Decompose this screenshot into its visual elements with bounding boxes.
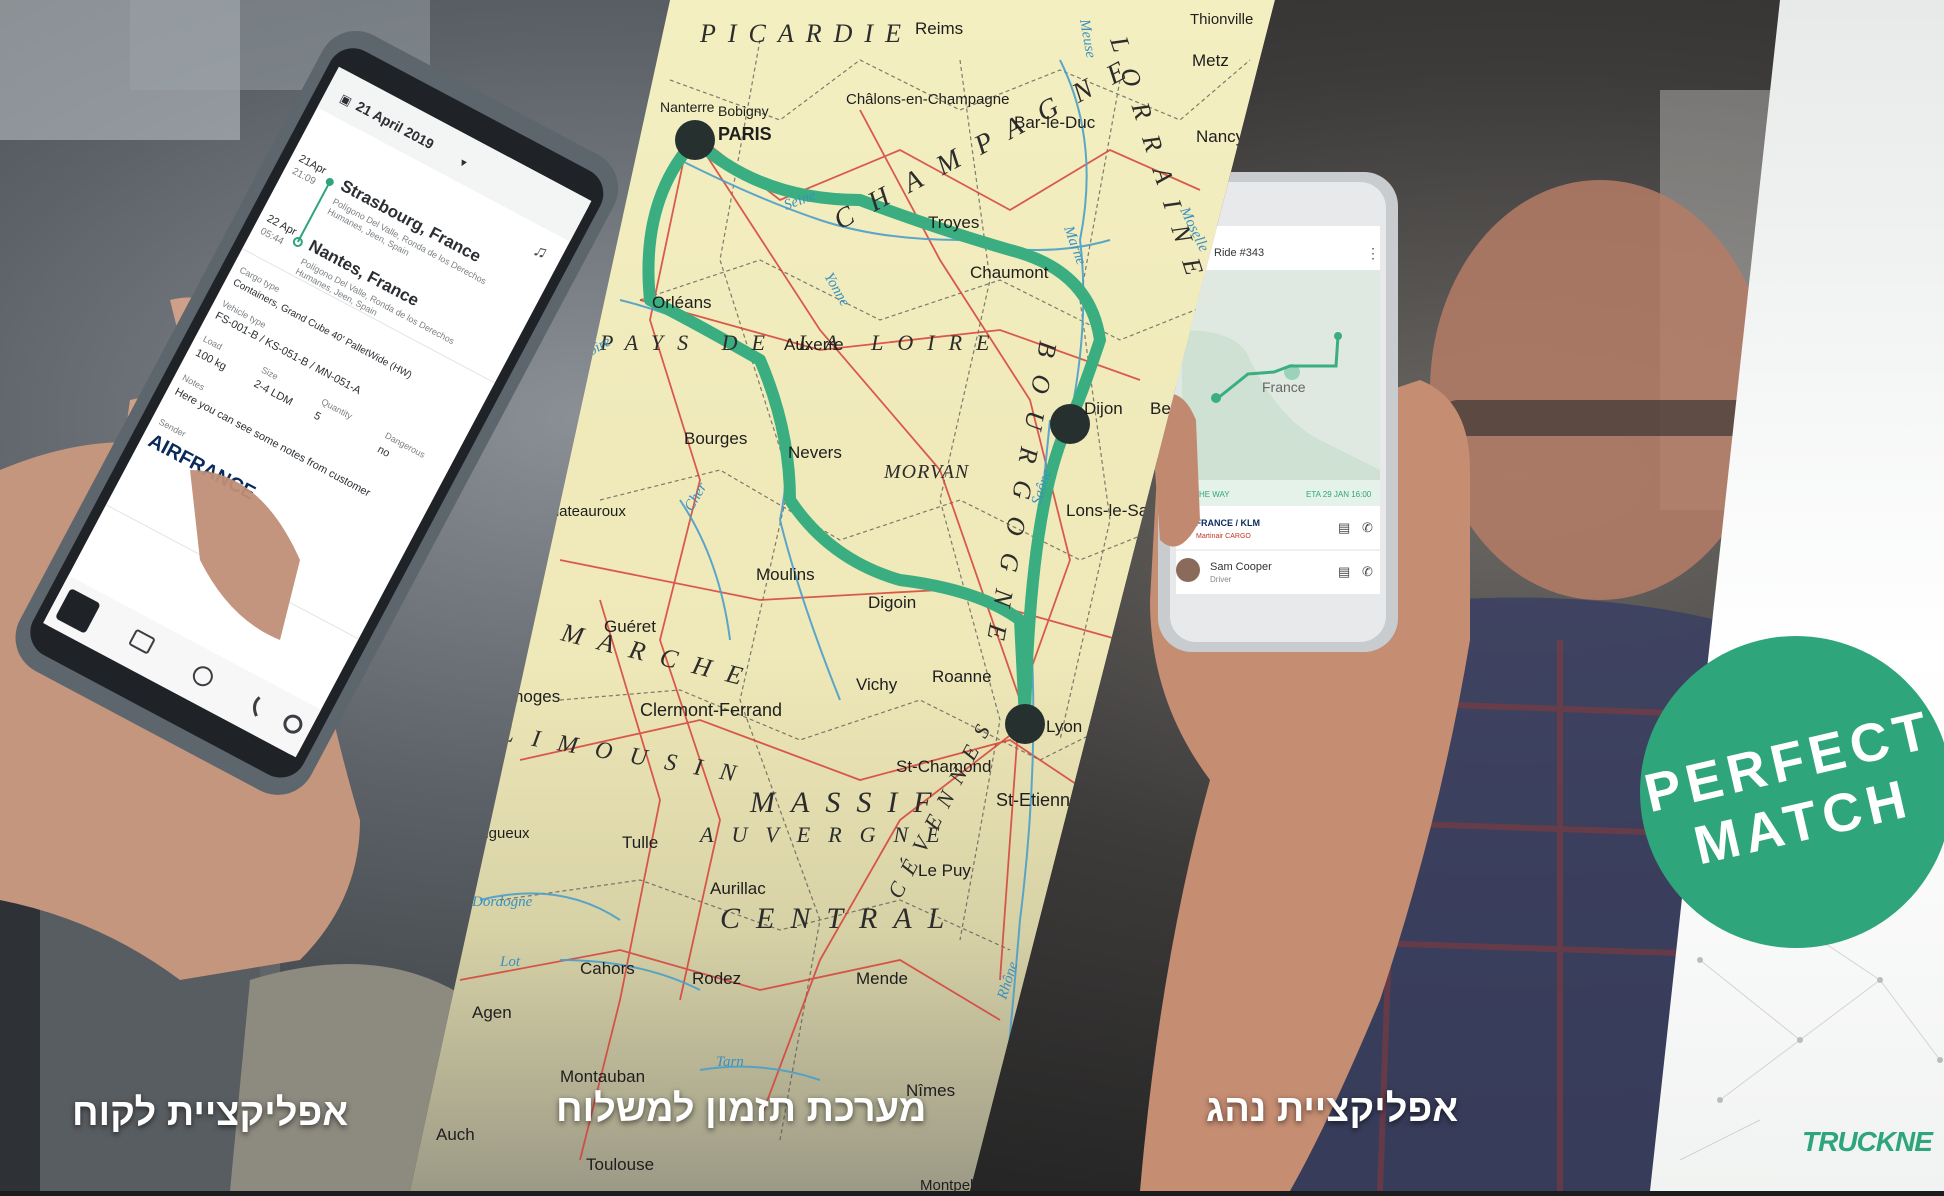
river-yonne: Yonne — [821, 270, 853, 310]
river-meuse: Meuse — [1076, 17, 1099, 60]
city-mende: Mende — [856, 969, 908, 988]
city-toulouse: Toulouse — [586, 1155, 654, 1174]
city-montauban: Montauban — [560, 1067, 645, 1086]
city-st-etienne: St-Etienne — [996, 790, 1080, 810]
contact-name: Sam Cooper — [1210, 561, 1272, 573]
river-rhone: Rhône — [994, 960, 1021, 1003]
city-chalons: Châlons-en-Champagne — [846, 91, 1009, 108]
caption-booking-system: מערכת תזמון למשלוח — [556, 1088, 927, 1130]
city-reims: Reims — [915, 19, 963, 38]
city-moulins: Moulins — [756, 565, 815, 584]
region-central: CENTRAL — [720, 902, 960, 935]
brand-logo: TRUCKNE — [1802, 1126, 1933, 1157]
chat-icon[interactable]: ▤ — [1338, 520, 1350, 535]
city-tulle: Tulle — [622, 833, 658, 852]
city-bar-le-duc: Bar-le-Duc — [1014, 113, 1096, 132]
ride-eta: ETA 29 JAN 16:00 — [1306, 490, 1372, 499]
city-nancy: Nancy — [1196, 127, 1245, 146]
chat-icon-2[interactable]: ▤ — [1338, 564, 1350, 579]
route-stop-lyon[interactable] — [1005, 704, 1045, 744]
city-troyes: Troyes — [928, 213, 979, 232]
city-bourges: Bourges — [684, 429, 747, 448]
carrier-sub-logo: Martinair CARGO — [1196, 533, 1251, 540]
driver-avatar — [1176, 558, 1200, 582]
city-dijon: Dijon — [1084, 399, 1123, 418]
city-rodez: Rodez — [692, 969, 741, 988]
region-picardie: PICARDIE — [699, 19, 913, 48]
city-clermont-ferrand: Clermont-Ferrand — [640, 700, 782, 720]
route-stop-paris[interactable] — [675, 120, 715, 160]
region-morvan: MORVAN — [883, 461, 970, 483]
call-icon[interactable]: ✆ — [1362, 520, 1373, 535]
river-dordogne: Dordogne — [471, 894, 533, 910]
region-lorraine: LORRAINE — [1104, 32, 1214, 296]
city-cahors: Cahors — [580, 959, 635, 978]
city-metz: Metz — [1192, 51, 1229, 70]
more-options-icon[interactable]: ⋮ — [1366, 245, 1380, 261]
region-massif: MASSIF — [749, 786, 948, 819]
contact-role: Driver — [1210, 575, 1232, 584]
city-nanterre: Nanterre — [660, 99, 715, 115]
region-marche: MARCHE — [558, 617, 761, 694]
city-bobigny: Bobigny — [718, 103, 769, 119]
map-france-label: France — [1262, 379, 1306, 395]
city-lyon: Lyon — [1046, 717, 1082, 736]
city-agen: Agen — [472, 1003, 512, 1022]
city-nevers: Nevers — [788, 443, 842, 462]
city-vichy: Vichy — [856, 675, 898, 694]
river-cher: Cher — [682, 480, 711, 514]
call-icon-2[interactable]: ✆ — [1362, 564, 1373, 579]
ride-title: Ride #343 — [1214, 247, 1264, 259]
city-auxerre: Auxerre — [784, 335, 844, 354]
region-limousin: LIMOUSIN — [498, 720, 756, 790]
caption-driver-app: אפליקציית נהג — [1206, 1088, 1459, 1130]
city-digoin: Digoin — [868, 593, 916, 612]
city-orleans: Orléans — [652, 293, 712, 312]
river-tarn: Tarn — [716, 1054, 744, 1070]
city-roanne: Roanne — [932, 667, 992, 686]
city-paris: PARIS — [718, 124, 772, 144]
city-gueret: Guéret — [604, 617, 656, 636]
city-st-chamond: St-Chamond — [896, 757, 991, 776]
city-chaumont: Chaumont — [970, 263, 1049, 282]
city-auch: Auch — [436, 1125, 475, 1144]
driver-head — [1430, 180, 1770, 600]
city-le-puy: Le Puy — [918, 861, 971, 880]
city-aurillac: Aurillac — [710, 879, 766, 898]
perfect-match-badge: PERFECT MATCH — [1640, 636, 1944, 948]
caption-customer-app: אפליקציית לקוח — [72, 1092, 349, 1134]
city-thionville: Thionville — [1190, 11, 1253, 28]
river-lot: Lot — [499, 954, 521, 970]
